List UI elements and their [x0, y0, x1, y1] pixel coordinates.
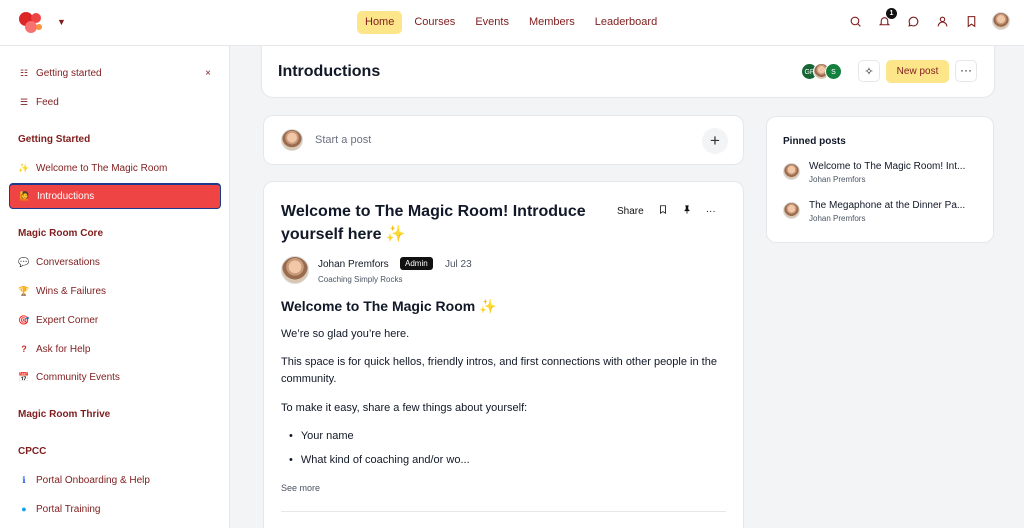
sparkles-icon: ✨ — [18, 162, 30, 173]
body-heading: Welcome to The Magic Room ✨ — [281, 298, 497, 314]
sidebar-section-heading[interactable]: Magic Room Thrive — [18, 409, 110, 420]
nav-events[interactable]: Events — [467, 11, 517, 34]
sidebar-item-label: Feed — [36, 96, 59, 108]
sidebar-item-label: Expert Corner — [36, 314, 99, 326]
raised-hand-icon: 🙋 — [19, 191, 31, 201]
sidebar-item-label: Portal Training — [36, 503, 101, 515]
sidebar-item-community-events[interactable]: 📅 Community Events — [9, 364, 221, 390]
sidebar-item-wins-failures[interactable]: 🏆 Wins & Failures — [9, 278, 221, 304]
chevron-down-icon[interactable]: ▼ — [57, 17, 66, 27]
sidebar-item-conversations[interactable]: 💬 Conversations — [9, 249, 221, 275]
calendar-icon: 📅 — [18, 371, 30, 382]
post-title[interactable]: Welcome to The Magic Room! Introduce you… — [281, 200, 606, 246]
blue-circle-icon: ● — [21, 504, 27, 514]
pinned-post-author: Johan Premfors — [809, 175, 866, 184]
share-button[interactable]: Share — [617, 206, 644, 217]
list-item: Your name — [289, 430, 354, 442]
nav-courses[interactable]: Courses — [406, 11, 463, 34]
member-avatars[interactable]: GP S — [801, 63, 842, 80]
top-icons: 1 — [847, 7, 1010, 30]
sidebar-section-heading[interactable]: CPCC — [18, 446, 46, 457]
nav-home[interactable]: Home — [357, 11, 403, 34]
sidebar-item-label: Ask for Help — [36, 343, 91, 355]
composer-placeholder[interactable]: Start a post — [315, 134, 371, 146]
target-icon: 🎯 — [18, 314, 30, 325]
sidebar-item-getting-started[interactable]: ☷ Getting started × — [9, 60, 221, 86]
avatar — [783, 163, 800, 180]
nav-leaderboard[interactable]: Leaderboard — [587, 11, 665, 34]
pinned-post-title[interactable]: Welcome to The Magic Room! Int... — [809, 161, 981, 172]
ai-sparkle-button[interactable]: ✧ — [858, 60, 880, 82]
checklist-icon: ☷ — [19, 67, 29, 78]
sidebar-item-portal-onboarding[interactable]: ℹ Portal Onboarding & Help — [9, 467, 221, 493]
page-title: Introductions — [278, 63, 381, 80]
sidebar-item-expert-corner[interactable]: 🎯 Expert Corner — [9, 307, 221, 333]
pinned-posts-panel: Pinned posts Welcome to The Magic Room! … — [766, 116, 994, 243]
sidebar-item-label: Conversations — [36, 256, 100, 268]
sidebar-item-portal-training[interactable]: ● Portal Training — [9, 496, 221, 522]
notifications-icon[interactable]: 1 — [876, 7, 897, 30]
notification-count-badge: 1 — [886, 7, 897, 19]
bookmark-icon[interactable] — [963, 13, 980, 30]
author-subtitle: Coaching Simply Rocks — [318, 275, 403, 284]
author-name[interactable]: Johan Premfors — [318, 259, 389, 270]
post-actions: Share ··· — [617, 204, 716, 218]
pinned-post-author: Johan Premfors — [809, 214, 866, 223]
see-more-link[interactable]: See more — [281, 483, 320, 493]
info-icon: ℹ — [22, 474, 26, 485]
sidebar-section-heading[interactable]: Getting Started — [18, 134, 90, 145]
sidebar-item-label: Community Events — [36, 371, 120, 383]
post-card: Welcome to The Magic Room! Introduce you… — [263, 181, 744, 528]
sidebar-item-label: Wins & Failures — [36, 285, 107, 297]
sidebar: ☷ Getting started × ☰ Feed Getting Start… — [0, 46, 230, 528]
bookmark-icon[interactable] — [658, 204, 668, 218]
main-nav: Home Courses Events Members Leaderboard — [357, 11, 665, 34]
sidebar-item-welcome[interactable]: ✨ Welcome to The Magic Room — [9, 155, 221, 181]
body-paragraph: We’re so glad you’re here. — [281, 328, 410, 340]
question-mark-icon: ? — [21, 344, 27, 354]
body-paragraph: To make it easy, share a few things abou… — [281, 402, 528, 414]
divider — [281, 511, 726, 512]
body-paragraph: This space is for quick hellos, friendly… — [281, 356, 717, 385]
post-composer[interactable]: Start a post + — [263, 115, 744, 165]
trophy-icon: 🏆 — [18, 285, 30, 296]
sidebar-item-feed[interactable]: ☰ Feed — [9, 89, 221, 115]
user-icon[interactable] — [934, 13, 951, 30]
top-navigation-bar: ▼ Home Courses Events Members Leaderboar… — [0, 0, 1024, 46]
avatar — [281, 129, 303, 151]
chat-icon[interactable] — [905, 13, 922, 30]
speech-bubble-icon: 💬 — [18, 256, 30, 267]
search-icon[interactable] — [847, 13, 864, 30]
list-icon: ☰ — [19, 96, 29, 107]
avatar — [783, 202, 800, 219]
pinned-posts-title: Pinned posts — [783, 136, 846, 147]
new-post-button[interactable]: New post — [886, 60, 949, 83]
sidebar-item-label: Getting started — [36, 67, 102, 79]
nav-members[interactable]: Members — [521, 11, 583, 34]
add-post-button[interactable]: + — [702, 128, 728, 154]
more-options-icon[interactable]: ··· — [706, 206, 716, 217]
pinned-post-title[interactable]: The Megaphone at the Dinner Pa... — [809, 200, 981, 211]
sidebar-item-label: Portal Onboarding & Help — [36, 474, 150, 486]
pin-icon[interactable] — [682, 204, 692, 218]
community-logo-icon[interactable] — [16, 9, 46, 35]
author-avatar[interactable] — [281, 256, 309, 284]
space-header: Introductions GP S ✧ New post ··· — [261, 46, 995, 98]
profile-avatar[interactable] — [992, 12, 1010, 30]
sidebar-item-label: Introductions — [37, 191, 95, 202]
more-options-button[interactable]: ··· — [955, 60, 977, 82]
admin-badge: Admin — [400, 257, 433, 270]
sidebar-item-ask-for-help[interactable]: ? Ask for Help — [9, 336, 221, 362]
avatar: S — [825, 63, 842, 80]
list-item: What kind of coaching and/or wo... — [289, 454, 470, 466]
post-date: Jul 23 — [445, 259, 472, 270]
sidebar-section-heading[interactable]: Magic Room Core — [18, 228, 103, 239]
sidebar-item-introductions[interactable]: 🙋 Introductions — [9, 183, 221, 209]
sidebar-item-label: Welcome to The Magic Room — [36, 162, 168, 174]
close-icon[interactable]: × — [205, 68, 211, 79]
